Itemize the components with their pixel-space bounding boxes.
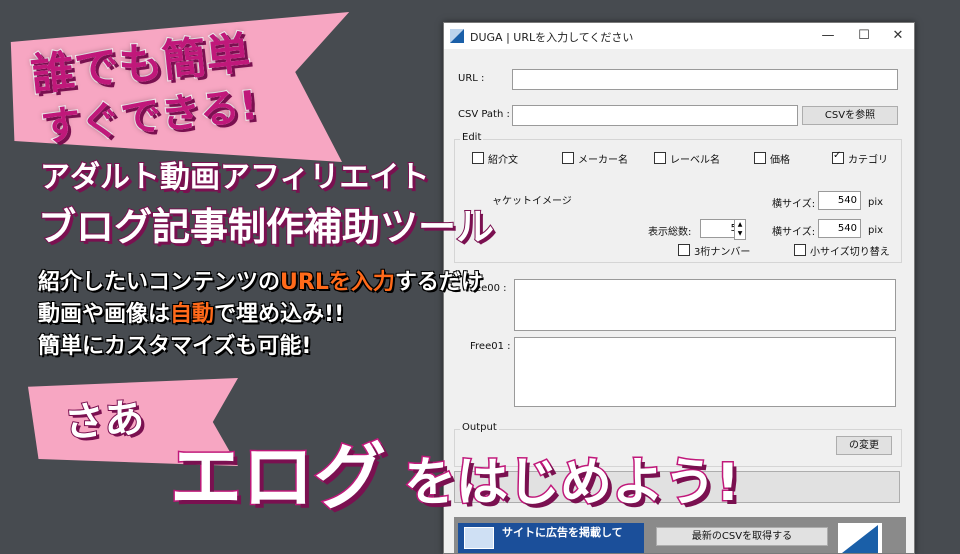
feature-line-1-highlight: URLを入力: [280, 270, 395, 295]
free01-label: Free01 :: [470, 341, 511, 352]
latest-csv-button[interactable]: 最新のCSVを取得する: [656, 527, 828, 546]
monitor-icon: [464, 527, 494, 549]
intro-checkbox-label: 紹介文: [488, 155, 518, 166]
maker-checkbox-label: メーカー名: [578, 155, 628, 166]
csv-path-input[interactable]: [512, 105, 798, 126]
title-bar: DUGA | URLを入力してください — ☐ ✕: [444, 23, 914, 49]
three-digit-label: 3桁ナンバー: [694, 247, 751, 258]
feature-line-1-post: するだけ: [394, 270, 483, 295]
output-group-title: Output: [460, 422, 499, 433]
jacket-image-label: ャケットイメージ: [492, 196, 572, 207]
maker-checkbox[interactable]: [562, 152, 574, 164]
url-input[interactable]: [512, 69, 898, 90]
free01-textarea[interactable]: [514, 337, 896, 407]
saa-text: さあ: [62, 394, 147, 447]
csv-path-label: CSV Path :: [458, 109, 510, 120]
free00-textarea[interactable]: [514, 279, 896, 331]
minimize-button[interactable]: —: [814, 26, 842, 46]
total-count-label: 表示総数:: [648, 227, 692, 238]
window-title: DUGA | URLを入力してください: [470, 31, 634, 44]
small-size-label: 小サイズ切り替え: [810, 247, 890, 258]
price-checkbox[interactable]: [754, 152, 766, 164]
width-input-1[interactable]: 540: [818, 191, 861, 210]
feature-line-2-post: で埋め込み!!: [214, 302, 345, 327]
stepper-arrows-icon[interactable]: ▲ ▼: [734, 219, 746, 240]
label-checkbox[interactable]: [654, 152, 666, 164]
width-label-2: 横サイズ:: [772, 227, 816, 238]
width-label-1: 横サイズ:: [772, 199, 816, 210]
three-digit-checkbox[interactable]: [678, 244, 690, 256]
cta-eroguri: エログ: [168, 434, 387, 521]
feature-line-3: 簡単にカスタマイズも可能!: [38, 334, 312, 359]
width-input-2[interactable]: 540: [818, 219, 861, 238]
intro-checkbox[interactable]: [472, 152, 484, 164]
feature-line-1-pre: 紹介したいコンテンツの: [38, 270, 281, 295]
headline-2: ブログ記事制作補助ツール: [37, 204, 495, 250]
csv-browse-button[interactable]: CSVを参照: [802, 106, 898, 125]
headline-1: アダルト動画アフィリエイト: [39, 159, 430, 196]
close-button[interactable]: ✕: [884, 26, 912, 46]
label-checkbox-label: レーベル名: [670, 155, 720, 166]
feature-line-2-highlight: 自動: [170, 302, 215, 327]
small-size-checkbox[interactable]: [794, 244, 806, 256]
url-label: URL :: [458, 73, 485, 84]
cta-hajimeyou: をはじめよう!: [403, 452, 742, 515]
output-change-button[interactable]: の変更: [836, 436, 892, 455]
width-unit-2: pix: [868, 225, 884, 236]
feature-line-2: 動画や画像は自動で埋め込み!!: [38, 296, 344, 328]
feature-line-2-pre: 動画や画像は: [38, 302, 171, 327]
edit-group-title: Edit: [460, 132, 484, 143]
duga-logo-icon: [838, 523, 882, 553]
width-unit-1: pix: [868, 197, 884, 208]
category-checkbox-label: カテゴリ: [848, 155, 888, 166]
maximize-button[interactable]: ☐: [850, 26, 878, 46]
price-checkbox-label: 価格: [770, 155, 790, 166]
feature-line-1: 紹介したいコンテンツのURLを入力するだけ: [38, 264, 483, 296]
category-checkbox[interactable]: [832, 150, 844, 164]
